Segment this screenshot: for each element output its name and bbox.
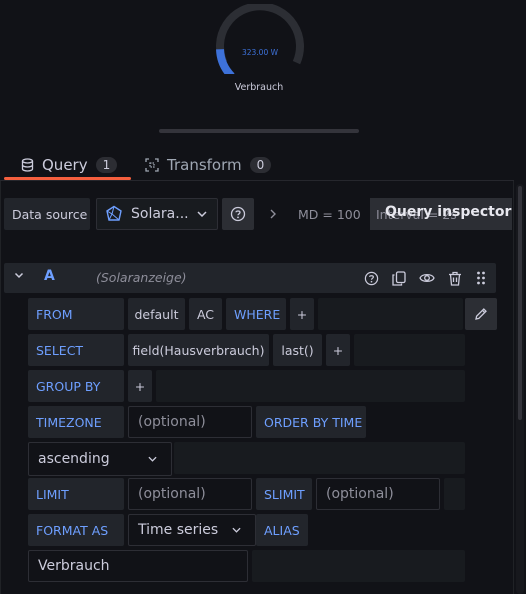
panel-splitter-handle[interactable] [159, 129, 359, 133]
tab-query[interactable]: Query 1 [6, 150, 132, 180]
retention-policy-segment[interactable]: default [128, 298, 185, 330]
limit-keyword: LIMIT [28, 478, 124, 510]
where-filler [318, 298, 463, 330]
chevron-down-icon[interactable] [14, 270, 24, 280]
scrollbar-thumb[interactable] [518, 186, 522, 420]
where-keyword: WHERE [226, 298, 286, 330]
add-select-button[interactable]: + [326, 334, 350, 366]
timezone-input[interactable]: (optional) [128, 406, 252, 438]
chevron-down-icon [197, 211, 207, 217]
tab-transform[interactable]: Transform 0 [145, 150, 272, 180]
group-by-filler [156, 370, 465, 402]
tab-query-count: 1 [95, 157, 118, 173]
gauge [216, 4, 304, 74]
query-datasource-name: (Solaranzeige) [96, 270, 187, 285]
limit-filler [444, 478, 465, 510]
alias-input[interactable]: Verbrauch [28, 550, 248, 582]
order-by-time-keyword: ORDER BY TIME [256, 406, 366, 438]
query-inspector-button[interactable]: Interval = 2s Query inspector [370, 198, 512, 230]
order-by-filler [174, 442, 465, 474]
group-by-keyword: GROUP BY [28, 370, 124, 402]
eye-icon[interactable] [418, 269, 436, 287]
datasource-label: Data source [4, 198, 90, 230]
chevron-right-icon [270, 209, 276, 219]
chevron-down-icon [232, 527, 241, 533]
edit-raw-query-button[interactable] [465, 298, 497, 330]
copy-icon[interactable] [390, 269, 408, 287]
tab-transform-count: 0 [249, 157, 272, 173]
drag-handle-icon[interactable] [472, 269, 490, 287]
query-options-toggle[interactable]: MD = 100 [260, 198, 370, 230]
alias-keyword: ALIAS [256, 514, 308, 546]
pane-border [513, 181, 514, 594]
timezone-keyword: TIMEZONE [28, 406, 124, 438]
query-inspector-label: Query inspector [385, 204, 512, 220]
trash-icon[interactable] [446, 269, 464, 287]
limit-input[interactable]: (optional) [128, 478, 252, 510]
order-by-value: ascending [38, 451, 110, 467]
transform-icon [145, 158, 159, 172]
tab-transform-label: Transform [167, 156, 242, 174]
gauge-title: Verbrauch [234, 82, 284, 93]
format-as-keyword: FORMAT AS [28, 514, 124, 546]
datasource-name: Solara... [131, 206, 189, 222]
help-circle-icon [230, 206, 246, 222]
tab-query-label: Query [42, 156, 88, 174]
format-as-select[interactable]: Time series [128, 514, 256, 546]
order-by-select[interactable]: ascending [28, 442, 172, 476]
add-where-button[interactable]: + [290, 298, 314, 330]
measurement-segment[interactable]: AC [189, 298, 222, 330]
pencil-icon [474, 307, 488, 321]
from-keyword: FROM [28, 298, 124, 330]
select-function-segment[interactable]: last() [273, 334, 322, 366]
slimit-keyword: SLIMIT [256, 478, 312, 510]
select-filler [354, 334, 465, 366]
influxdb-icon [105, 205, 123, 223]
select-field-segment[interactable]: field(Hausverbrauch) [128, 334, 269, 366]
datasource-picker[interactable]: Solara... [96, 198, 218, 230]
query-ref-id[interactable]: A [44, 268, 55, 284]
slimit-input[interactable]: (optional) [316, 478, 440, 510]
gauge-value: 323.00 W [241, 48, 279, 57]
add-group-by-button[interactable]: + [128, 370, 152, 402]
datasource-help-button[interactable] [222, 198, 254, 230]
database-icon [21, 158, 34, 172]
alias-filler [252, 550, 465, 582]
chevron-down-icon [148, 456, 157, 462]
help-circle-icon[interactable] [362, 269, 380, 287]
query-options-summary: MD = 100 [298, 206, 361, 222]
select-keyword: SELECT [28, 334, 124, 366]
format-as-value: Time series [138, 522, 219, 538]
